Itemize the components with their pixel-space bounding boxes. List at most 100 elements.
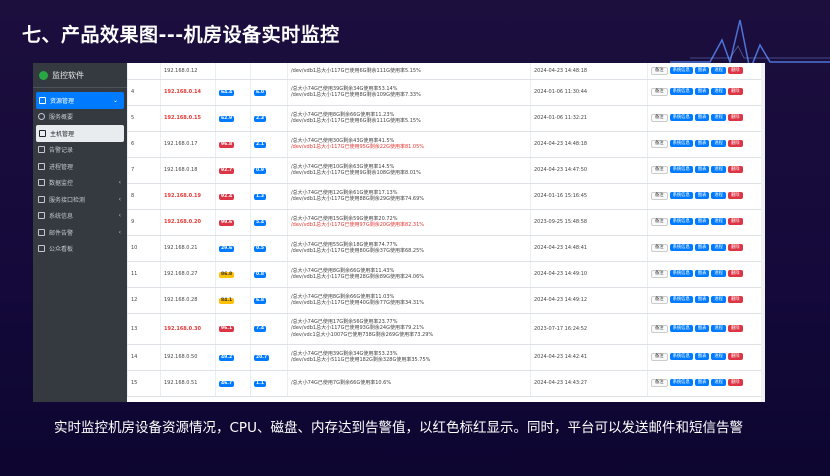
note-button[interactable]: 备注 — [651, 192, 668, 200]
sidebar-item[interactable]: 服务接口检测 ‹ — [33, 191, 127, 208]
delete-button[interactable]: 删除 — [727, 88, 743, 95]
note-button[interactable]: 备注 — [651, 324, 668, 333]
note-button[interactable]: 备注 — [651, 244, 668, 252]
delete-button[interactable]: 删除 — [727, 140, 743, 147]
note-button[interactable]: 备注 — [651, 140, 668, 148]
chart-button[interactable]: 图表 — [694, 244, 710, 251]
chart-button[interactable]: 图表 — [694, 192, 710, 199]
system-info-button[interactable]: 系统信息 — [669, 218, 693, 225]
process-button[interactable]: 进程 — [711, 296, 726, 303]
process-button[interactable]: 进程 — [711, 324, 726, 332]
note-button[interactable]: 备注 — [651, 218, 668, 226]
process-button[interactable]: 进程 — [711, 114, 726, 121]
chart-button[interactable]: 图表 — [694, 66, 710, 74]
sidebar-item[interactable]: 资源管理 ⌄ — [36, 92, 124, 109]
system-info-button[interactable]: 系统信息 — [669, 140, 693, 147]
delete-button[interactable]: 删除 — [727, 296, 743, 303]
system-info-button[interactable]: 系统信息 — [669, 324, 693, 332]
chart-button[interactable]: 图表 — [694, 379, 710, 386]
scrollbar[interactable] — [761, 63, 765, 402]
chart-button[interactable]: 图表 — [694, 324, 710, 332]
chart-button[interactable]: 图表 — [694, 88, 710, 95]
note-button[interactable]: 备注 — [651, 166, 668, 174]
chart-button[interactable]: 图表 — [694, 353, 710, 360]
system-info-button[interactable]: 系统信息 — [669, 379, 693, 386]
note-button[interactable]: 备注 — [651, 296, 668, 304]
sidebar-item[interactable]: 数据监控 ‹ — [33, 175, 127, 192]
delete-button[interactable]: 删除 — [727, 114, 743, 121]
cell-disk: /总大小74G已使用55G剩余18G使用率74.77%/dev/vdb1总大小1… — [287, 235, 531, 262]
sidebar-nav: 资源管理 ⌄ 服务概要 主机管理 告警记录 进程管理 数据监控 ‹ 服务接口检测 ‹ 系统信息 ‹ 邮件… — [33, 92, 127, 257]
chart-button[interactable]: 图表 — [694, 296, 710, 303]
sidebar-item[interactable]: 进程管理 — [33, 158, 127, 175]
note-button[interactable]: 备注 — [651, 270, 668, 278]
disk-usage-line: /dev/vdb1总大小511G已使用182G剩余328G使用率35.75% — [291, 357, 431, 363]
process-button[interactable]: 进程 — [711, 88, 726, 95]
delete-button[interactable]: 删除 — [727, 379, 743, 386]
process-button[interactable]: 进程 — [711, 192, 726, 199]
cell-cpu: 84.1 — [215, 287, 251, 314]
system-info-button[interactable]: 系统信息 — [669, 166, 693, 173]
chart-button[interactable]: 图表 — [694, 114, 710, 121]
cell-actions: 备注 系统信息 图表 进程 删除 — [647, 79, 765, 106]
cpu-badge: 64.4 — [219, 89, 235, 96]
cell-disk: /总大小74G已使用39G剩余34G使用率53.23%/dev/vdb1总大小5… — [287, 344, 531, 371]
process-button[interactable]: 进程 — [711, 140, 726, 147]
delete-button[interactable]: 删除 — [727, 324, 743, 332]
delete-button[interactable]: 删除 — [727, 244, 743, 251]
chevron-icon: ‹ — [118, 212, 121, 220]
cell-no: 11 — [127, 261, 161, 288]
note-button[interactable]: 备注 — [651, 66, 668, 75]
brand[interactable]: 监控软件 — [33, 63, 127, 88]
cpu-badge: 92.4 — [219, 193, 235, 200]
chart-button[interactable]: 图表 — [694, 140, 710, 147]
chevron-icon: ‹ — [118, 195, 121, 203]
sidebar-item[interactable]: 邮件告警 ‹ — [33, 224, 127, 241]
system-info-button[interactable]: 系统信息 — [669, 192, 693, 199]
sidebar-item[interactable]: 告警记录 — [33, 142, 127, 159]
sidebar-item[interactable]: 主机管理 — [36, 125, 124, 142]
process-button[interactable]: 进程 — [711, 379, 726, 386]
process-button[interactable]: 进程 — [711, 218, 726, 225]
cell-actions: 备注 系统信息 图表 进程 删除 — [647, 105, 765, 132]
system-info-button[interactable]: 系统信息 — [669, 270, 693, 277]
system-info-button[interactable]: 系统信息 — [669, 353, 693, 360]
process-button[interactable]: 进程 — [711, 66, 726, 74]
delete-button[interactable]: 删除 — [727, 66, 743, 74]
system-info-button[interactable]: 系统信息 — [669, 114, 693, 121]
sidebar-item[interactable]: 公众看板 — [33, 241, 127, 258]
system-info-button[interactable]: 系统信息 — [669, 88, 693, 95]
load-badge: 7.4 — [254, 326, 266, 332]
cell-disk: /总大小74G已使用7G剩余66G使用率10.6% — [287, 370, 531, 397]
delete-button[interactable]: 删除 — [727, 192, 743, 199]
slide-title: 七、产品效果图---机房设备实时监控 — [22, 24, 340, 46]
disk-usage-line: /dev/vdb1总大小117G已使用8G剩余109G使用率7.33% — [291, 92, 421, 98]
delete-button[interactable]: 删除 — [727, 353, 743, 360]
process-button[interactable]: 进程 — [711, 270, 726, 277]
chart-button[interactable]: 图表 — [694, 166, 710, 173]
delete-button[interactable]: 删除 — [727, 166, 743, 173]
note-button[interactable]: 备注 — [651, 114, 668, 122]
note-button[interactable]: 备注 — [651, 88, 668, 96]
note-button[interactable]: 备注 — [651, 353, 668, 361]
process-button[interactable]: 进程 — [711, 166, 726, 173]
delete-button[interactable]: 删除 — [727, 270, 743, 277]
system-info-button[interactable]: 系统信息 — [669, 244, 693, 251]
chart-button[interactable]: 图表 — [694, 218, 710, 225]
app-name: 监控软件 — [52, 70, 84, 80]
process-button[interactable]: 进程 — [711, 244, 726, 251]
chart-button[interactable]: 图表 — [694, 270, 710, 277]
sidebar-item[interactable]: 系统信息 ‹ — [33, 208, 127, 225]
sidebar-item[interactable]: 服务概要 — [33, 109, 127, 126]
cell-load: 20.7 — [250, 344, 288, 371]
cell-actions: 备注 系统信息 图表 进程 删除 — [647, 313, 765, 345]
note-button[interactable]: 备注 — [651, 379, 668, 387]
circle-icon — [38, 113, 45, 121]
system-info-button[interactable]: 系统信息 — [669, 66, 693, 74]
cell-load: 1.1 — [250, 370, 288, 397]
delete-button[interactable]: 删除 — [727, 218, 743, 225]
cell-load: 0.8 — [250, 261, 288, 288]
process-button[interactable]: 进程 — [711, 353, 726, 360]
system-info-button[interactable]: 系统信息 — [669, 296, 693, 303]
disk-usage-line: /dev/vdc1总大小1007G已使用738G剩余269G使用率73.29% — [291, 331, 434, 338]
